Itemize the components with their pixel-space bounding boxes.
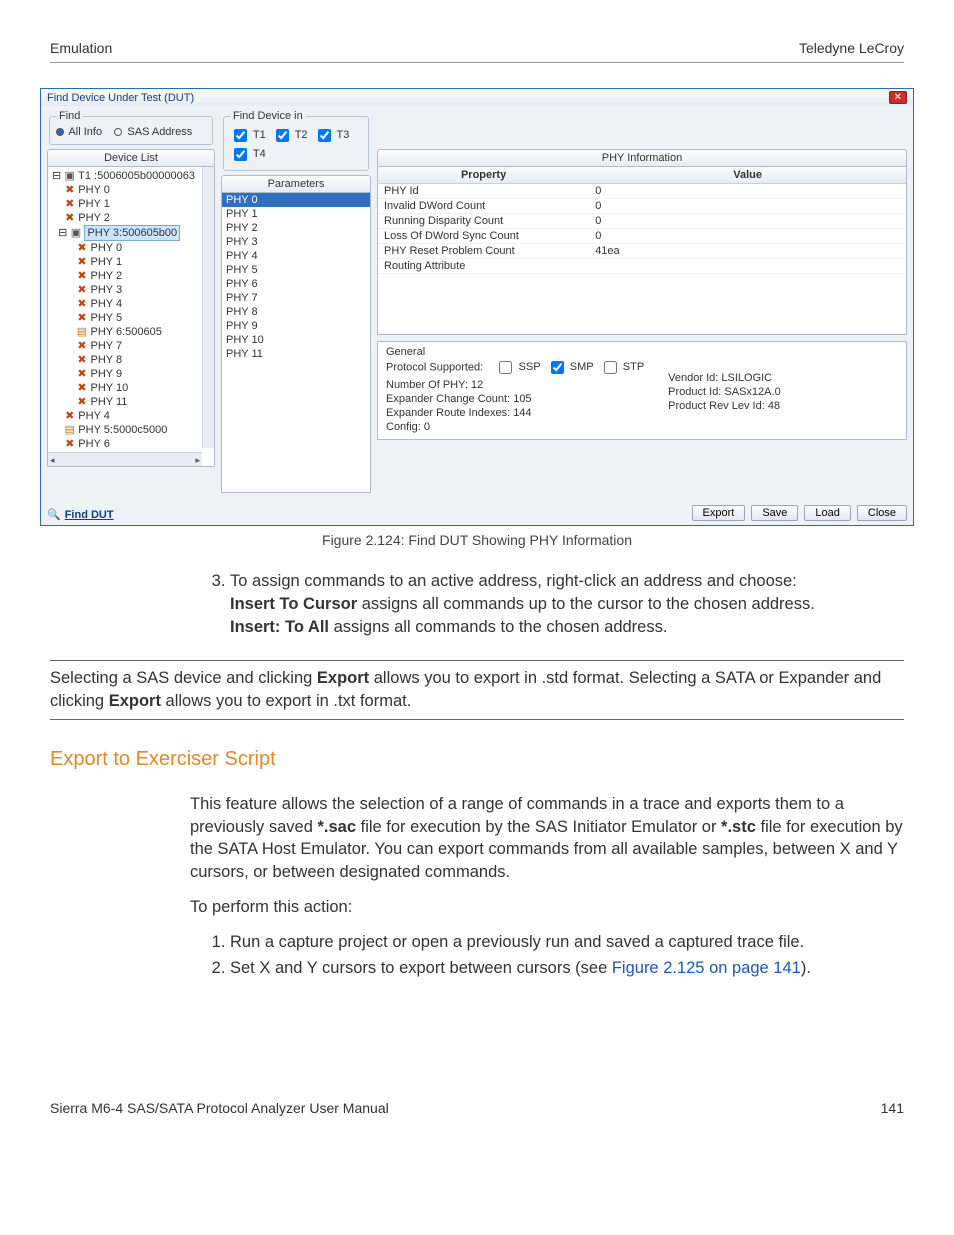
close-icon[interactable]: ✕ bbox=[889, 91, 907, 104]
load-button[interactable]: Load bbox=[804, 505, 850, 521]
close-button[interactable]: Close bbox=[857, 505, 907, 521]
general-group: General Protocol Supported: SSP SMP STP … bbox=[377, 341, 907, 440]
cb-t4[interactable]: T4 bbox=[230, 148, 266, 160]
th-property: Property bbox=[378, 167, 589, 184]
header-right: Teledyne LeCroy bbox=[799, 40, 904, 56]
table-row: Running Disparity Count0 bbox=[378, 214, 906, 229]
radio-all-info[interactable]: All Info bbox=[56, 126, 102, 138]
table-row: PHY Id0 bbox=[378, 184, 906, 199]
table-row: Routing Attribute bbox=[378, 259, 906, 274]
general-legend: General bbox=[386, 346, 898, 358]
para-intro: This feature allows the selection of a r… bbox=[190, 793, 904, 884]
header-left: Emulation bbox=[50, 40, 112, 56]
device-tree[interactable]: ⊟ ▣ T1 :5006005b00000063 ✖ PHY 0 ✖ PHY 1… bbox=[47, 167, 215, 467]
table-row: Loss Of DWord Sync Count0 bbox=[378, 229, 906, 244]
note-box: Selecting a SAS device and clicking Expo… bbox=[50, 660, 904, 720]
find-dut-link[interactable]: Find DUT bbox=[65, 509, 114, 521]
table-row: Invalid DWord Count0 bbox=[378, 199, 906, 214]
magnifier-icon: 🔍 bbox=[47, 508, 61, 521]
figure-caption: Figure 2.124: Find DUT Showing PHY Infor… bbox=[50, 532, 904, 548]
footer-left: Sierra M6-4 SAS/SATA Protocol Analyzer U… bbox=[50, 1100, 389, 1116]
cb-t3[interactable]: T3 bbox=[314, 129, 350, 141]
table-row: PHY Reset Problem Count41ea bbox=[378, 244, 906, 259]
device-list-tab[interactable]: Device List bbox=[47, 149, 215, 167]
step-2: Set X and Y cursors to export between cu… bbox=[230, 957, 904, 980]
figure-link[interactable]: Figure 2.125 on page 141 bbox=[612, 959, 801, 977]
tree-scroll-v[interactable] bbox=[202, 167, 214, 448]
cb-stp[interactable]: STP bbox=[600, 361, 644, 373]
tree-scroll-h[interactable]: ◂▸ bbox=[48, 452, 202, 466]
export-button[interactable]: Export bbox=[692, 505, 746, 521]
para-action: To perform this action: bbox=[190, 896, 904, 919]
step-1: Run a capture project or open a previous… bbox=[230, 931, 904, 954]
parameters-tab[interactable]: Parameters bbox=[221, 175, 371, 193]
save-button[interactable]: Save bbox=[751, 505, 798, 521]
phy-info-table: PropertyValue PHY Id0 Invalid DWord Coun… bbox=[377, 167, 907, 335]
section-heading: Export to Exerciser Script bbox=[50, 748, 904, 771]
cb-t2[interactable]: T2 bbox=[272, 129, 308, 141]
footer-page: 141 bbox=[881, 1100, 904, 1116]
parameters-list[interactable]: PHY 0 PHY 1 PHY 2 PHY 3 PHY 4 PHY 5 PHY … bbox=[221, 193, 371, 493]
radio-sas-address[interactable]: SAS Address bbox=[114, 126, 192, 138]
step-3: To assign commands to an active address,… bbox=[230, 570, 904, 638]
find-in-legend: Find Device in bbox=[230, 110, 306, 122]
cb-smp[interactable]: SMP bbox=[547, 361, 594, 373]
param-selected: PHY 0 bbox=[222, 193, 370, 207]
cb-t1[interactable]: T1 bbox=[230, 129, 266, 141]
phy-info-tab[interactable]: PHY Information bbox=[377, 149, 907, 167]
find-legend: Find bbox=[56, 110, 83, 122]
cb-ssp[interactable]: SSP bbox=[495, 361, 540, 373]
dialog-title: Find Device Under Test (DUT) bbox=[47, 92, 194, 104]
th-value: Value bbox=[589, 167, 906, 184]
find-dut-dialog: Find Device Under Test (DUT) ✕ Find All … bbox=[40, 88, 914, 526]
